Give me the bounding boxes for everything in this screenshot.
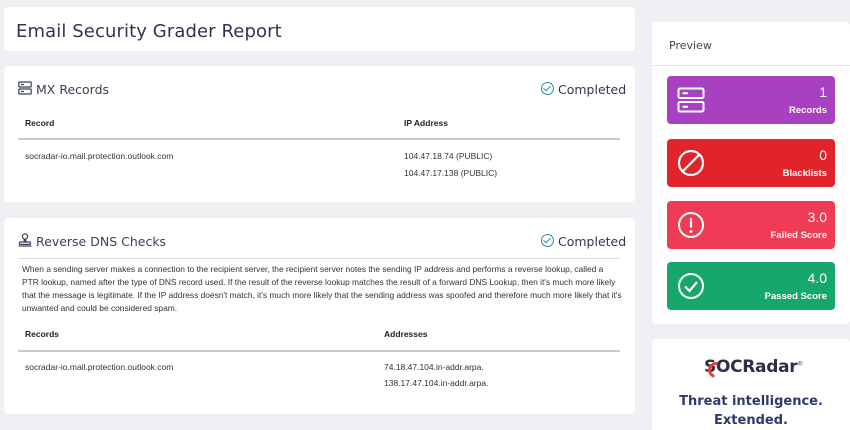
registered-mark: ® [797, 360, 804, 368]
stat-label: Passed Score [764, 291, 827, 302]
mx-records-header: MX Records Completed [18, 80, 626, 100]
prohibited-icon [677, 149, 705, 177]
page-title: Email Security Grader Report [16, 21, 282, 42]
title-card: Email Security Grader Report [4, 7, 635, 51]
record-cell: socradar-io.mail.protection.outlook.com [25, 362, 174, 372]
socradar-logo: SOCRadar® [704, 357, 804, 381]
table-header-divider [18, 138, 620, 140]
mx-records-title: MX Records [36, 82, 110, 97]
address-cell: 138.17.47.104.in-addr.arpa. [384, 378, 489, 388]
status-text: Completed [558, 82, 627, 97]
stat-label: Records [788, 105, 827, 116]
check-circle-icon [541, 82, 554, 95]
stat-failed-score: 3.0 Failed Score [667, 201, 835, 249]
ip-cell: 104.47.17.138 (PUBLIC) [404, 168, 498, 178]
column-header-addresses: Addresses [384, 329, 428, 339]
stat-value: 1 [819, 84, 827, 100]
check-circle-icon [541, 234, 554, 247]
brand-tagline: Threat intelligence. [679, 394, 823, 409]
column-header-records: Records [25, 329, 60, 339]
server-icon [18, 81, 32, 95]
reverse-dns-header: Reverse DNS Checks Completed [18, 232, 626, 252]
header-divider [18, 258, 620, 259]
status-text: Completed [558, 234, 627, 249]
server-icon [677, 87, 705, 113]
stat-passed-score: 4.0 Passed Score [667, 262, 835, 310]
stat-value: 4.0 [807, 270, 827, 286]
address-cell: 74.18.47.104.in-addr.arpa. [384, 362, 484, 372]
record-cell: socradar-io.mail.protection.outlook.com [25, 151, 174, 161]
brand-tagline: Extended. [714, 413, 788, 428]
exclamation-icon [678, 212, 704, 238]
reverse-dns-description: When a sending server makes a connection… [22, 264, 622, 313]
stat-value: 0 [819, 147, 827, 163]
stamp-icon [18, 233, 32, 247]
column-header-record: Record [25, 118, 55, 128]
reverse-dns-title: Reverse DNS Checks [36, 234, 167, 249]
brand-card: SOCRadar® Threat intelligence. Extended. [652, 339, 850, 430]
status-badge: Completed [541, 233, 626, 251]
column-header-ip-address: IP Address [404, 118, 448, 128]
ip-cell: 104.47.18.74 (PUBLIC) [404, 151, 493, 161]
preview-card: Preview 1 Records 0 Blacklists 3.0 Faile… [652, 22, 850, 324]
stat-label: Blacklists [782, 168, 827, 179]
stat-value: 3.0 [807, 209, 827, 225]
preview-title: Preview [669, 39, 712, 52]
stat-label: Failed Score [770, 230, 828, 241]
reverse-dns-card: Reverse DNS Checks Completed When a send… [4, 218, 635, 414]
stat-blacklists: 0 Blacklists [667, 139, 835, 187]
mx-records-card: MX Records Completed Record IP Address s… [4, 66, 635, 202]
table-header-divider [18, 350, 620, 352]
stat-records: 1 Records [667, 76, 835, 124]
preview-divider [652, 65, 850, 66]
status-badge: Completed [541, 81, 626, 99]
check-circle-icon [678, 273, 704, 299]
